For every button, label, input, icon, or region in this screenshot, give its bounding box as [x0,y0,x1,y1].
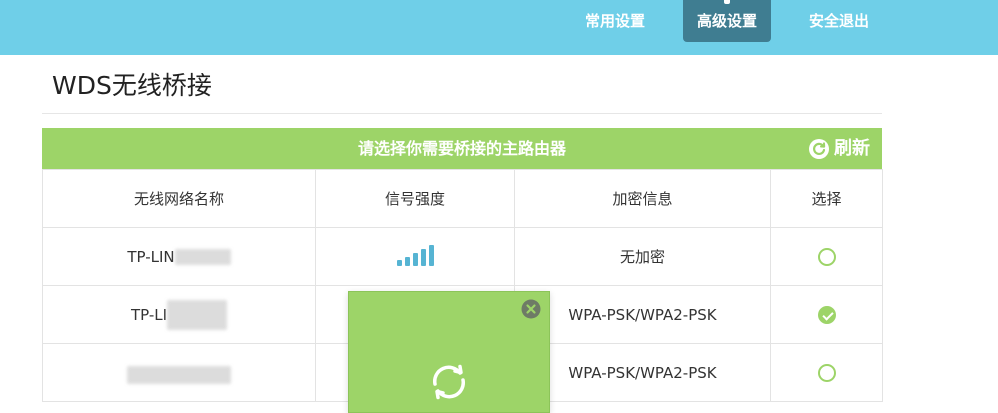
column-header-select: 选择 [770,169,883,228]
redacted-ssid-blur [127,366,231,384]
cell-ssid: TP-LI [42,285,316,344]
cell-select [770,227,883,286]
ssid-text: TP-LIN [127,247,175,266]
select-radio[interactable] [817,247,836,266]
cell-encryption: WPA-PSK/WPA2-PSK [514,343,771,402]
signal-strength-icon [396,244,434,266]
ssid-text: TP-LI [130,305,168,324]
table-header-row: 无线网络名称 信号强度 加密信息 选择 [42,169,883,228]
cell-select [770,343,883,402]
column-header-signal: 信号强度 [315,169,515,228]
cell-ssid: TP-LIN [42,227,316,286]
close-icon[interactable] [521,299,541,319]
redacted-ssid-blur [167,299,228,330]
panel-header-text: 请选择你需要桥接的主路由器 [357,139,566,158]
nav-item-label: 高级设置 [696,12,757,30]
cell-signal [315,227,515,286]
nav-item-common-settings[interactable]: 常用设置 [572,0,658,42]
select-radio[interactable] [817,363,836,382]
refresh-icon [809,139,829,159]
column-header-ssid: 无线网络名称 [42,169,316,228]
column-header-encryption: 加密信息 [514,169,771,228]
panel-header: 请选择你需要桥接的主路由器 刷新 [42,128,882,169]
table-row[interactable]: TP-LIN 无加密 [42,227,883,286]
cell-encryption: 无加密 [514,227,771,286]
refresh-button[interactable]: 刷新 [808,137,870,161]
loading-popup [348,291,550,413]
cell-ssid [42,343,316,402]
nav-item-advanced-settings[interactable]: 高级设置 [683,0,771,42]
loading-spinner-icon [432,364,466,400]
select-radio-checked[interactable] [817,305,836,324]
cell-encryption: WPA-PSK/WPA2-PSK [514,285,771,344]
redacted-ssid-blur [174,248,231,265]
refresh-label: 刷新 [834,138,870,159]
page-title: WDS无线桥接 [52,71,212,100]
nav-active-indicator [724,0,730,4]
nav-item-logout[interactable]: 安全退出 [796,0,882,42]
cell-select [770,285,883,344]
top-nav-bar: 常用设置 高级设置 安全退出 [0,0,998,55]
title-divider [42,113,882,114]
